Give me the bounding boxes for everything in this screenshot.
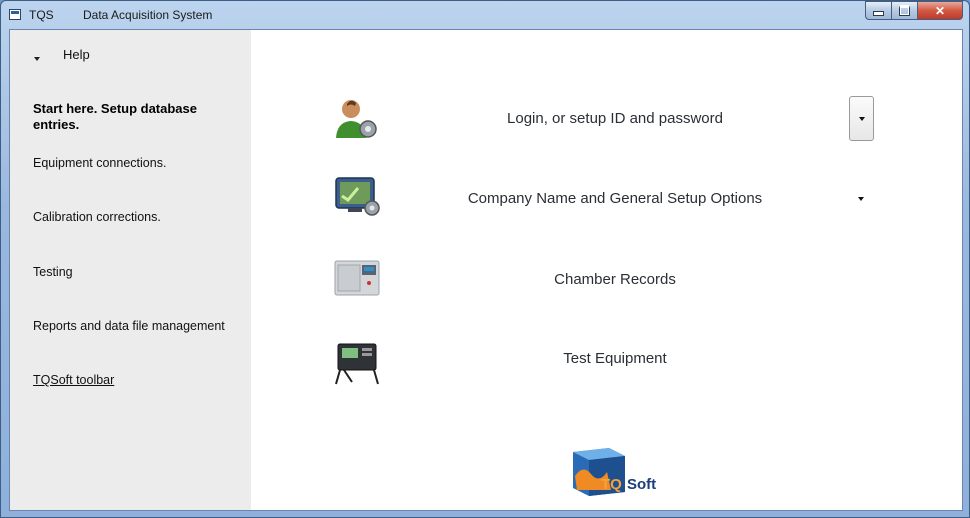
sidebar-item-calibration-corrections[interactable]: Calibration corrections. xyxy=(33,210,161,224)
close-icon: ✕ xyxy=(934,3,946,18)
login-setup-option[interactable]: Login, or setup ID and password xyxy=(365,110,865,127)
login-dropdown-button[interactable] xyxy=(849,96,874,141)
title-bar[interactable]: TQS Data Acquisition System ✕ xyxy=(1,1,969,29)
app-window: TQS Data Acquisition System ✕ Help Start… xyxy=(0,0,970,518)
chevron-down-icon xyxy=(858,197,864,201)
client-area: Help Start here. Setup database entries.… xyxy=(9,29,963,511)
maximize-icon xyxy=(899,5,910,16)
test-equipment-option[interactable]: Test Equipment xyxy=(365,350,865,367)
window-controls: ✕ xyxy=(865,1,963,20)
app-icon[interactable] xyxy=(9,9,21,20)
window-app-name: TQS xyxy=(29,8,54,22)
sidebar-item-testing[interactable]: Testing xyxy=(33,265,73,279)
logo-text-tq: TQ xyxy=(601,476,622,493)
help-menu[interactable]: Help xyxy=(63,47,90,62)
maximize-button[interactable] xyxy=(892,1,918,20)
chamber-records-option[interactable]: Chamber Records xyxy=(365,271,865,288)
start-heading[interactable]: Start here. Setup database entries. xyxy=(33,101,238,133)
tqsoft-logo: TQ Soft xyxy=(573,448,656,496)
company-dropdown-arrow[interactable] xyxy=(858,197,864,201)
minimize-button[interactable] xyxy=(865,1,892,20)
company-setup-option[interactable]: Company Name and General Setup Options xyxy=(365,190,865,207)
minimize-icon xyxy=(873,11,884,16)
sidebar: Help Start here. Setup database entries.… xyxy=(10,30,251,510)
sidebar-item-equipment-connections[interactable]: Equipment connections. xyxy=(33,156,166,170)
logo-text-soft: Soft xyxy=(627,476,656,493)
close-button[interactable]: ✕ xyxy=(918,1,963,20)
sidebar-item-reports[interactable]: Reports and data file management xyxy=(33,319,225,333)
window-title: Data Acquisition System xyxy=(83,8,213,22)
toolbar-link[interactable]: TQSoft toolbar xyxy=(33,373,114,387)
chevron-down-icon xyxy=(858,116,865,121)
help-chevron-down-icon[interactable] xyxy=(34,57,40,61)
